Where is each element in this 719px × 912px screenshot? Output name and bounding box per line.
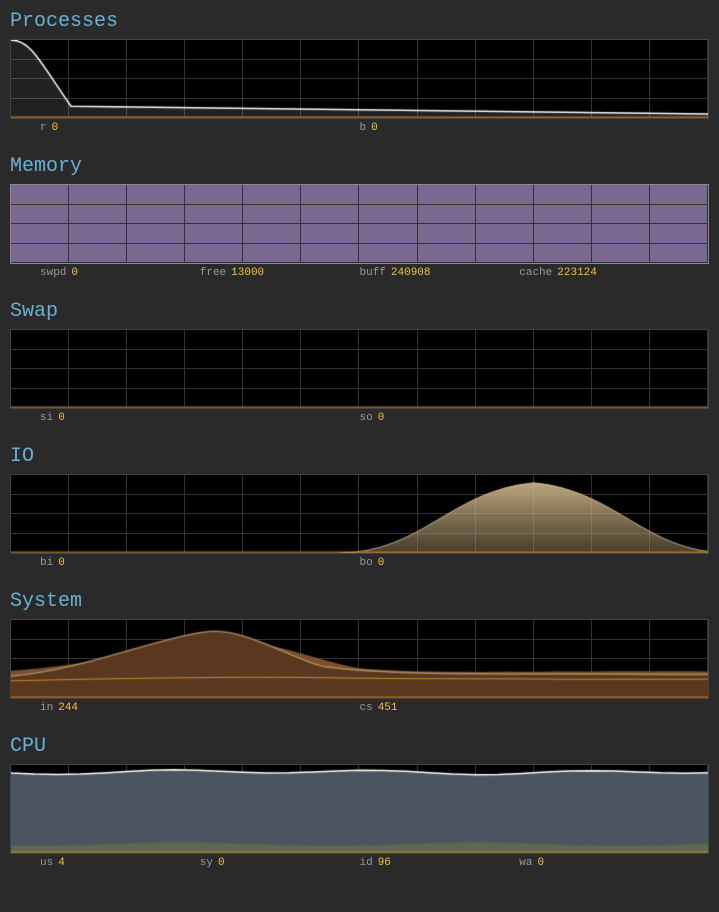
system-cs-val: 451 [378, 702, 398, 714]
cpu-wa-val: 0 [537, 857, 544, 869]
system-canvas [11, 620, 708, 698]
swap-section: Swap si 0 so 0 [10, 300, 709, 427]
swap-so-key: so [360, 412, 373, 424]
cpu-sy-key: sy [200, 857, 213, 869]
processes-b-val: 0 [371, 122, 378, 134]
cpu-title: CPU [10, 735, 709, 758]
system-section: System in 244 cs 451 [10, 590, 709, 717]
swap-so-val: 0 [378, 412, 385, 424]
swap-canvas [11, 330, 708, 408]
memory-buff-val: 240908 [391, 267, 431, 279]
system-labels: in 244 cs 451 [10, 699, 709, 717]
system-title: System [10, 590, 709, 613]
cpu-us-val: 4 [58, 857, 65, 869]
processes-chart: // Grid cells will be injected by JS [10, 39, 709, 119]
swap-si-val: 0 [58, 412, 65, 424]
io-bi-val: 0 [58, 557, 65, 569]
processes-section: Processes // Grid cells will be injected… [10, 10, 709, 137]
system-in-val: 244 [58, 702, 78, 714]
processes-labels: r 0 b 0 [10, 119, 709, 137]
processes-r-val: 0 [52, 122, 59, 134]
system-cs-key: cs [360, 702, 373, 714]
swap-chart [10, 329, 709, 409]
memory-section: Memory swpd 0 free 13000 buff 240908 cac… [10, 155, 709, 282]
cpu-us-key: us [40, 857, 53, 869]
cpu-id-key: id [360, 857, 373, 869]
cpu-chart [10, 764, 709, 854]
cpu-label-sy: sy 0 [200, 857, 360, 869]
cpu-wa-key: wa [519, 857, 532, 869]
system-label-in: in 244 [40, 702, 360, 714]
io-title: IO [10, 445, 709, 468]
memory-chart [10, 184, 709, 264]
cpu-section: CPU us 4 sy 0 id 96 wa 0 [10, 735, 709, 872]
cpu-labels: us 4 sy 0 id 96 wa 0 [10, 854, 709, 872]
processes-title: Processes [10, 10, 709, 33]
processes-canvas [11, 40, 708, 118]
io-labels: bi 0 bo 0 [10, 554, 709, 572]
io-bo-val: 0 [378, 557, 385, 569]
memory-swpd-val: 0 [71, 267, 78, 279]
processes-label-b: b 0 [360, 122, 680, 134]
system-chart [10, 619, 709, 699]
swap-title: Swap [10, 300, 709, 323]
io-label-bi: bi 0 [40, 557, 360, 569]
memory-free-val: 13000 [231, 267, 264, 279]
io-section: IO bi 0 bo 0 [10, 445, 709, 572]
cpu-id-val: 96 [378, 857, 391, 869]
processes-r-key: r [40, 122, 47, 134]
cpu-canvas [11, 765, 708, 853]
memory-free-key: free [200, 267, 226, 279]
memory-fill [11, 185, 708, 263]
cpu-label-id: id 96 [360, 857, 520, 869]
system-in-key: in [40, 702, 53, 714]
cpu-label-us: us 4 [40, 857, 200, 869]
system-label-cs: cs 451 [360, 702, 680, 714]
processes-label-r: r 0 [40, 122, 360, 134]
swap-label-si: si 0 [40, 412, 360, 424]
swap-labels: si 0 so 0 [10, 409, 709, 427]
memory-swpd-key: swpd [40, 267, 66, 279]
memory-title: Memory [10, 155, 709, 178]
processes-b-key: b [360, 122, 367, 134]
memory-labels: swpd 0 free 13000 buff 240908 cache 2231… [10, 264, 709, 282]
memory-label-cache: cache 223124 [519, 267, 679, 279]
memory-label-free: free 13000 [200, 267, 360, 279]
memory-label-swpd: swpd 0 [40, 267, 200, 279]
io-label-bo: bo 0 [360, 557, 680, 569]
swap-label-so: so 0 [360, 412, 680, 424]
memory-label-buff: buff 240908 [360, 267, 520, 279]
cpu-sy-val: 0 [218, 857, 225, 869]
memory-cache-val: 223124 [557, 267, 597, 279]
cpu-label-wa: wa 0 [519, 857, 679, 869]
memory-cache-key: cache [519, 267, 552, 279]
memory-buff-key: buff [360, 267, 386, 279]
io-bi-key: bi [40, 557, 53, 569]
io-canvas [11, 475, 708, 553]
swap-si-key: si [40, 412, 53, 424]
io-chart [10, 474, 709, 554]
io-bo-key: bo [360, 557, 373, 569]
